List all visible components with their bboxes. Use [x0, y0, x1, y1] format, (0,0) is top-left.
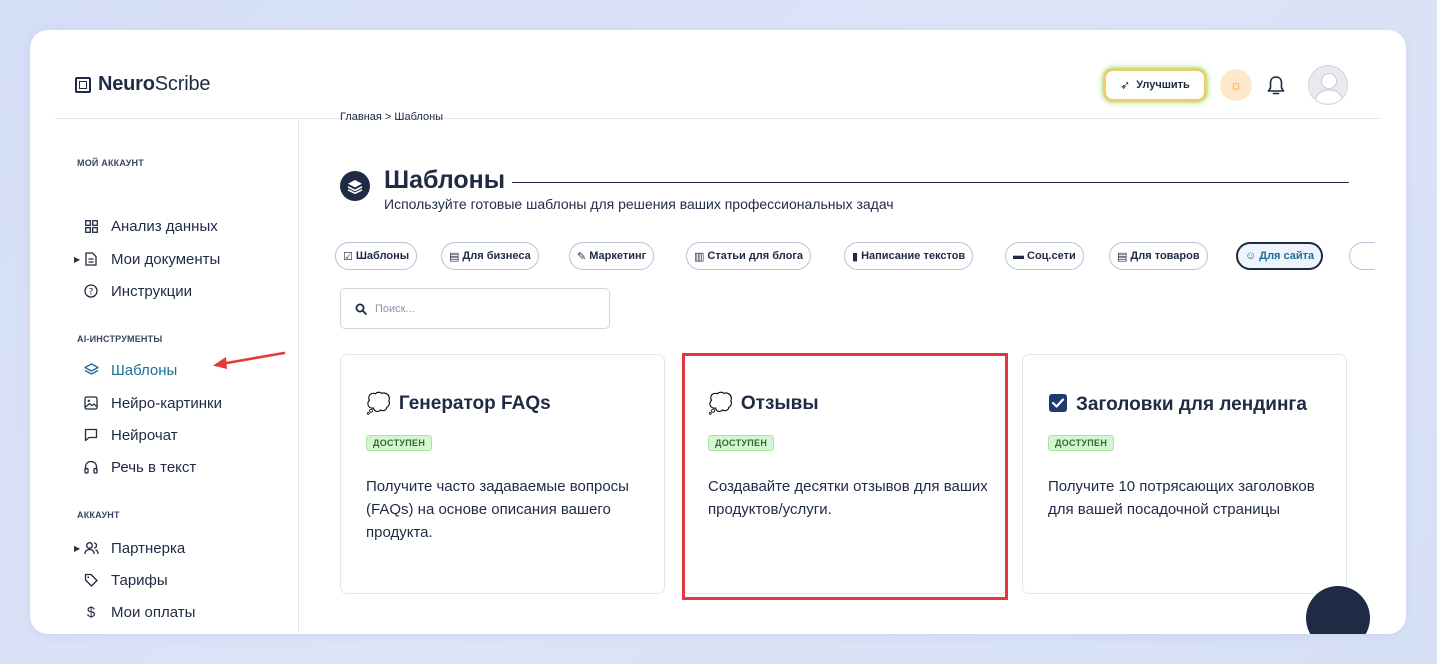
sidebar-item-label: Анализ данных [111, 217, 218, 235]
chip-website[interactable]: ☺ Для сайта [1236, 242, 1324, 270]
category-chips: ☑ Шаблоны ▤ Для бизнеса ✎ Маркетинг ▥ Статьи… [335, 242, 1375, 272]
chip-label: Для бизнеса [462, 250, 531, 262]
chip-blog-articles[interactable]: ▥ Статьи для блога [686, 242, 812, 270]
sidebar-item-label: Нейро-картинки [111, 394, 222, 412]
page-subtitle: Используйте готовые шаблоны для решения … [384, 196, 894, 212]
tag-icon [83, 572, 99, 588]
expand-caret-icon[interactable]: ▶ [74, 544, 80, 553]
layers-icon [347, 179, 363, 194]
sidebar-item-label: Нейрочат [111, 426, 178, 444]
upgrade-label: Улучшить [1136, 79, 1190, 91]
sidebar-item-neuro-images[interactable]: Нейро-картинки [83, 393, 222, 413]
checkbox-icon [1048, 393, 1068, 417]
chip-label: Маркетинг [589, 250, 647, 262]
chip-label: Для товаров [1130, 250, 1200, 262]
sidebar-item-my-documents[interactable]: Мои документы [83, 249, 220, 269]
card-title: Заголовки для лендинга [1076, 394, 1307, 415]
chat-icon [83, 427, 99, 443]
card-title: Генератор FAQs [398, 393, 551, 414]
info-bubble-icon: 💭 [366, 393, 391, 415]
chip-label: Для сайта [1259, 250, 1315, 262]
svg-text:?: ? [89, 287, 94, 297]
ledger-icon: ▤ [1117, 250, 1128, 263]
template-card-landing-headlines[interactable]: Заголовки для лендинга ДОСТУПЕН Получите… [1022, 354, 1347, 594]
status-badge: ДОСТУПЕН [366, 435, 433, 451]
expand-caret-icon[interactable]: ▶ [74, 255, 80, 264]
sidebar-section-title: АККАУНТ [77, 510, 120, 520]
users-icon [83, 540, 99, 556]
search-input[interactable] [375, 302, 595, 315]
sidebar-section-title: AI-ИНСТРУМЕНТЫ [77, 334, 163, 344]
dollar-icon: $ [86, 603, 96, 621]
sidebar-section-title: МОЙ АККАУНТ [77, 158, 144, 168]
upgrade-button[interactable]: ➶ Улучшить [1104, 69, 1206, 101]
sidebar-item-instructions[interactable]: ? Инструкции [83, 281, 192, 301]
phone-icon: ▮ [852, 250, 859, 263]
chip-templates[interactable]: ☑ Шаблоны [335, 242, 418, 270]
chip-label: Соц.сети [1027, 250, 1076, 262]
sidebar-item-tariffs[interactable]: Тарифы [83, 570, 168, 590]
rocket-icon: ➶ [1120, 78, 1131, 92]
theme-toggle-button[interactable]: ☼ [1220, 69, 1252, 101]
chip-social[interactable]: ▬ Соц.сети [1005, 242, 1084, 270]
folder-icon: ▤ [449, 250, 460, 263]
document-icon [83, 251, 99, 267]
image-icon [83, 395, 99, 411]
search-icon [355, 303, 367, 315]
sidebar-item-label: Инструкции [111, 282, 193, 300]
sidebar: МОЙ АККАУНТ Анализ данных ▶ Мои документ… [55, 119, 299, 634]
app-window: NeuroScribe ➶ Улучшить ☼ МОЙ АККАУНТ Ана… [30, 30, 1406, 634]
sidebar-item-data-analysis[interactable]: Анализ данных [83, 216, 218, 236]
sidebar-item-label: Мои оплаты [111, 603, 196, 621]
sidebar-item-my-payments[interactable]: $ Мои оплаты [83, 602, 196, 622]
layers-icon [83, 362, 99, 378]
status-badge: ДОСТУПЕН [1048, 435, 1115, 451]
chip-more[interactable] [1349, 242, 1375, 270]
card-description: Получите часто задаваемые вопросы (FAQs)… [366, 478, 629, 541]
sidebar-item-speech-to-text[interactable]: Речь в текст [83, 457, 196, 477]
checkbox-icon: ☑ [343, 250, 353, 263]
sun-icon: ☼ [1229, 76, 1243, 94]
annotation-highlight-box [682, 353, 1008, 600]
sidebar-item-neurochat[interactable]: Нейрочат [83, 425, 178, 445]
template-card-faq[interactable]: 💭 Генератор FAQs ДОСТУПЕН Получите часто… [340, 354, 665, 594]
books-icon: ▥ [694, 250, 705, 263]
mask-icon: ☺ [1245, 250, 1257, 262]
annotation-arrow [213, 351, 286, 369]
avatar-user-icon [1313, 73, 1345, 104]
grid-icon [83, 218, 99, 234]
bell-icon[interactable] [1266, 75, 1286, 97]
chip-label: Статьи для блога [707, 250, 804, 262]
logo-icon [75, 76, 91, 93]
chip-products[interactable]: ▤ Для товаров [1109, 242, 1208, 270]
chip-business[interactable]: ▤ Для бизнеса [441, 242, 539, 270]
brand-logo[interactable]: NeuroScribe [75, 73, 210, 96]
card-description: Получите 10 потрясающих заголовков для в… [1048, 478, 1315, 518]
chip-label: Шаблоны [355, 250, 410, 262]
sidebar-item-templates[interactable]: Шаблоны [83, 360, 177, 380]
user-avatar[interactable] [1308, 65, 1348, 105]
headphones-icon [83, 459, 99, 475]
templates-title-icon [340, 171, 370, 201]
sidebar-item-label: Речь в текст [111, 458, 197, 476]
brand-name: NeuroScribe [98, 73, 211, 95]
question-icon: ? [83, 283, 99, 299]
top-header: NeuroScribe ➶ Улучшить ☼ [30, 30, 1406, 118]
sidebar-item-label: Партнерка [111, 539, 186, 557]
page-title: Шаблоны [384, 166, 506, 194]
breadcrumb[interactable]: Главная > Шаблоны [340, 112, 443, 124]
sidebar-item-label: Мои документы [111, 250, 221, 268]
chip-marketing[interactable]: ✎ Маркетинг [569, 242, 655, 270]
memo-icon: ✎ [577, 250, 587, 263]
sidebar-item-label: Шаблоны [111, 361, 178, 379]
laptop-icon: ▬ [1013, 250, 1024, 262]
sidebar-item-label: Тарифы [111, 571, 168, 589]
chip-copywriting[interactable]: ▮ Написание текстов [844, 242, 974, 270]
chip-label: Написание текстов [861, 250, 966, 262]
title-divider [512, 182, 1349, 183]
search-box[interactable] [340, 288, 610, 329]
sidebar-item-partners[interactable]: Партнерка [83, 538, 185, 558]
